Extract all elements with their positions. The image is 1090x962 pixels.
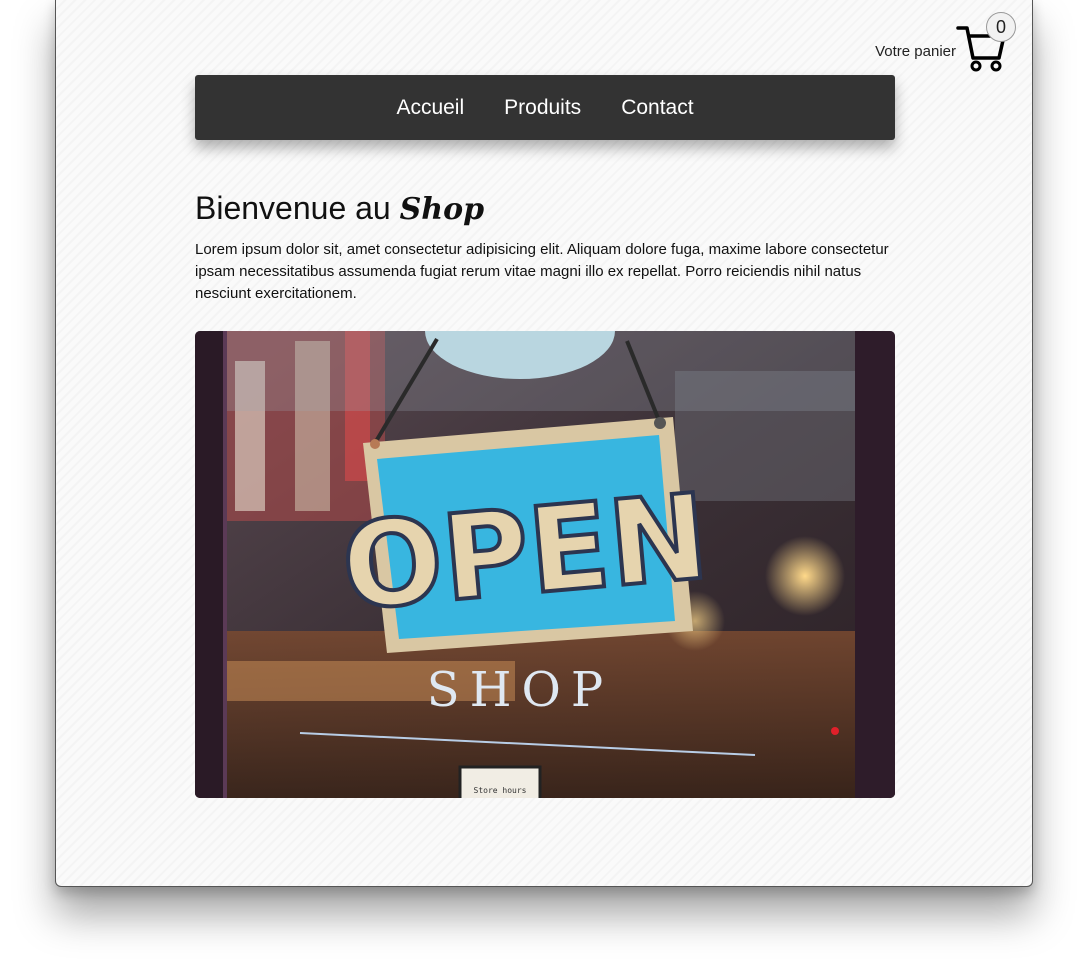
window-text-shop: SHOP [427, 662, 613, 718]
hero-image: OPEN SHOP Store hours [195, 331, 895, 798]
store-hours-card-text: Store hours [474, 786, 527, 795]
cart-count-badge: 0 [986, 12, 1016, 42]
nav-link-accueil[interactable]: Accueil [396, 96, 464, 120]
cart-widget[interactable]: Votre panier 0 [875, 12, 1016, 72]
nav-link-contact[interactable]: Contact [621, 96, 693, 120]
page-title-prefix: Bienvenue au [195, 190, 391, 226]
open-sign-photo: OPEN SHOP Store hours [195, 331, 895, 798]
main-navbar: Accueil Produits Contact [195, 75, 895, 140]
intro-paragraph: Lorem ipsum dolor sit, amet consectetur … [195, 241, 889, 302]
page-container: Votre panier 0 Accueil Produits Contact … [55, 0, 1033, 887]
cart-label[interactable]: Votre panier [875, 43, 956, 60]
page-title: Bienvenue au Shop [195, 190, 484, 227]
page-title-brand: Shop [399, 192, 485, 227]
cart-icon-wrap[interactable]: 0 [956, 12, 1016, 72]
nav-link-produits[interactable]: Produits [504, 96, 581, 120]
